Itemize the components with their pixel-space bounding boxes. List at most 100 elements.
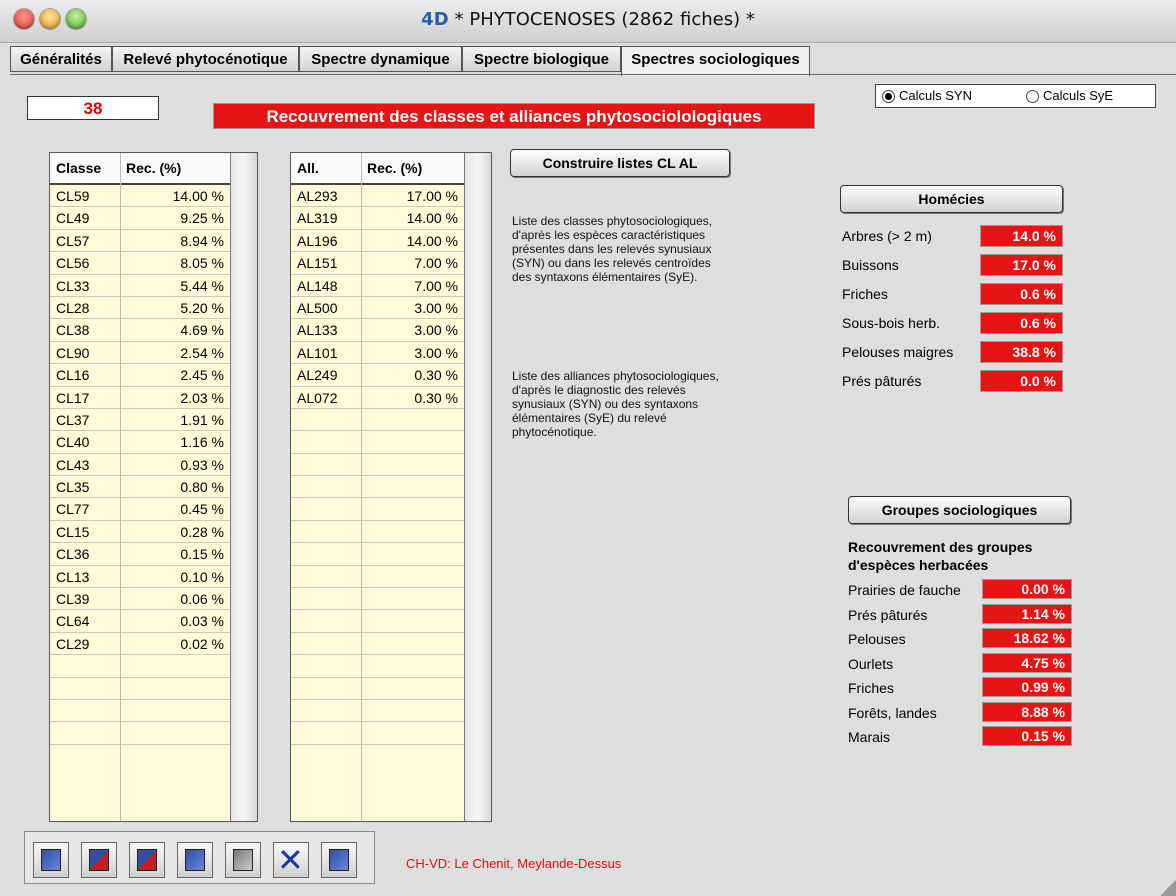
column-divider: [361, 153, 362, 821]
alliances-table-scrollbar[interactable]: [464, 153, 491, 821]
save-button[interactable]: [321, 842, 357, 878]
homecies-button[interactable]: Homécies: [840, 185, 1063, 213]
alliances-note: Liste des alliances phytosociologiques, …: [512, 369, 719, 439]
table-row[interactable]: [50, 678, 232, 700]
table-cell-code: AL151: [297, 255, 338, 272]
table-cell-code: CL33: [56, 277, 90, 294]
groupes-subtitle: Recouvrement des groupes d'espèces herba…: [848, 539, 1033, 573]
first-record-button[interactable]: [33, 842, 69, 878]
column-header-classe[interactable]: Classe: [50, 153, 101, 183]
table-row[interactable]: CL90 2.54 %: [50, 342, 232, 365]
tab-releve-phytocenotique[interactable]: Relevé phytocénotique: [112, 46, 299, 72]
table-row[interactable]: [291, 722, 466, 745]
radio-label: Calculs SYN: [899, 88, 972, 103]
table-row[interactable]: [291, 588, 466, 611]
groupes-sociologiques-button[interactable]: Groupes sociologiques: [848, 496, 1071, 524]
table-row[interactable]: [291, 655, 466, 678]
table-row[interactable]: CL43 0.93 %: [50, 454, 232, 477]
radio-calculs-syn[interactable]: Calculs SYN: [882, 88, 972, 106]
record-toolbar: ✕: [24, 831, 375, 884]
table-row[interactable]: [291, 566, 466, 589]
table-row[interactable]: AL133 3.00 %: [291, 319, 466, 342]
table-cell-code: AL319: [297, 210, 338, 227]
classes-table[interactable]: Classe Rec. (%) CL59 14.00 % CL49 9.25 % CL5…: [49, 152, 258, 822]
table-cell-code: CL57: [56, 232, 90, 249]
table-row[interactable]: CL33 5.44 %: [50, 275, 232, 297]
table-cell-code: AL500: [297, 299, 338, 316]
table-row[interactable]: CL15 0.28 %: [50, 521, 232, 544]
table-row[interactable]: AL249 0.30 %: [291, 364, 466, 387]
table-row[interactable]: CL64 0.03 %: [50, 610, 232, 633]
next-record-button[interactable]: [129, 842, 165, 878]
tab-generalites[interactable]: Généralités: [10, 46, 112, 72]
column-header-rec[interactable]: Rec. (%): [120, 153, 181, 183]
table-row[interactable]: AL072 0.30 %: [291, 387, 466, 409]
table-cell-code: CL17: [56, 389, 90, 406]
table-row[interactable]: CL40 1.16 %: [50, 431, 232, 454]
build-lists-button[interactable]: Construire listes CL AL: [510, 149, 730, 177]
table-row[interactable]: CL38 4.69 %: [50, 319, 232, 342]
table-row[interactable]: AL196 14.00 %: [291, 230, 466, 253]
table-row[interactable]: CL77 0.45 %: [50, 498, 232, 521]
tab-spectre-biologique[interactable]: Spectre biologique: [462, 46, 621, 72]
table-row[interactable]: [291, 476, 466, 499]
table-row[interactable]: AL293 17.00 %: [291, 185, 466, 208]
table-row[interactable]: AL101 3.00 %: [291, 342, 466, 365]
table-row[interactable]: CL57 8.94 %: [50, 230, 232, 253]
print-button[interactable]: [225, 842, 261, 878]
delete-button[interactable]: ✕: [273, 841, 309, 879]
table-row[interactable]: [291, 431, 466, 454]
table-row[interactable]: CL29 0.02 %: [50, 633, 232, 656]
app-window: 4D * PHYTOCENOSES (2862 fiches) * Général…: [0, 0, 1176, 896]
table-row[interactable]: CL36 0.15 %: [50, 543, 232, 566]
table-row[interactable]: [291, 610, 466, 633]
table-row[interactable]: CL49 9.25 %: [50, 207, 232, 230]
table-row[interactable]: AL319 14.00 %: [291, 207, 466, 230]
previous-record-button[interactable]: [81, 842, 117, 878]
homecies-label: Arbres (> 2 m): [842, 228, 932, 244]
table-row[interactable]: [50, 655, 232, 678]
homecies-value: 0.0 %: [980, 370, 1063, 392]
table-cell-rec: 2.03 %: [180, 389, 224, 406]
table-cell-rec: 2.54 %: [180, 344, 224, 361]
groupes-value: 0.00 %: [982, 579, 1072, 599]
table-row[interactable]: CL35 0.80 %: [50, 476, 232, 499]
groupes-label: Friches: [848, 680, 894, 696]
table-row[interactable]: [291, 521, 466, 544]
table-row[interactable]: [291, 543, 466, 566]
table-row[interactable]: AL500 3.00 %: [291, 297, 466, 320]
table-row[interactable]: CL59 14.00 %: [50, 185, 232, 208]
table-row[interactable]: CL56 8.05 %: [50, 252, 232, 275]
table-row[interactable]: AL151 7.00 %: [291, 252, 466, 275]
table-row[interactable]: [291, 409, 466, 432]
alliances-table[interactable]: All. Rec. (%) AL293 17.00 % AL319 14.00 % AL…: [290, 152, 492, 822]
column-header-rec[interactable]: Rec. (%): [361, 153, 422, 183]
table-row[interactable]: [50, 700, 232, 723]
table-row[interactable]: CL16 2.45 %: [50, 364, 232, 387]
table-row[interactable]: AL148 7.00 %: [291, 275, 466, 297]
previous-record-icon: [89, 849, 109, 871]
table-row[interactable]: [291, 633, 466, 656]
table-row[interactable]: [291, 498, 466, 521]
tab-spectre-dynamique[interactable]: Spectre dynamique: [299, 46, 462, 72]
table-row[interactable]: CL28 5.20 %: [50, 297, 232, 320]
classes-table-scrollbar[interactable]: [230, 153, 257, 821]
resize-grip-icon[interactable]: [1160, 880, 1176, 896]
groupes-value: 18.62 %: [982, 628, 1072, 648]
table-row[interactable]: CL13 0.10 %: [50, 566, 232, 589]
homecies-value: 17.0 %: [980, 254, 1063, 276]
radio-calculs-sye[interactable]: Calculs SyE: [1026, 88, 1113, 106]
table-row[interactable]: CL37 1.91 %: [50, 409, 232, 432]
tab-spectres-sociologiques[interactable]: Spectres sociologiques: [621, 46, 810, 76]
table-cell-code: CL59: [56, 188, 90, 204]
table-row[interactable]: [291, 700, 466, 723]
homecies-value: 0.6 %: [980, 283, 1063, 305]
table-row[interactable]: CL39 0.06 %: [50, 588, 232, 611]
column-header-all[interactable]: All.: [291, 153, 319, 183]
table-row[interactable]: [50, 722, 232, 745]
table-row[interactable]: CL17 2.03 %: [50, 387, 232, 409]
table-row[interactable]: [291, 454, 466, 477]
classes-table-body: CL59 14.00 % CL49 9.25 % CL57 8.94 % CL56 8.05 …: [50, 185, 232, 821]
table-row[interactable]: [291, 678, 466, 700]
last-record-button[interactable]: [177, 842, 213, 878]
